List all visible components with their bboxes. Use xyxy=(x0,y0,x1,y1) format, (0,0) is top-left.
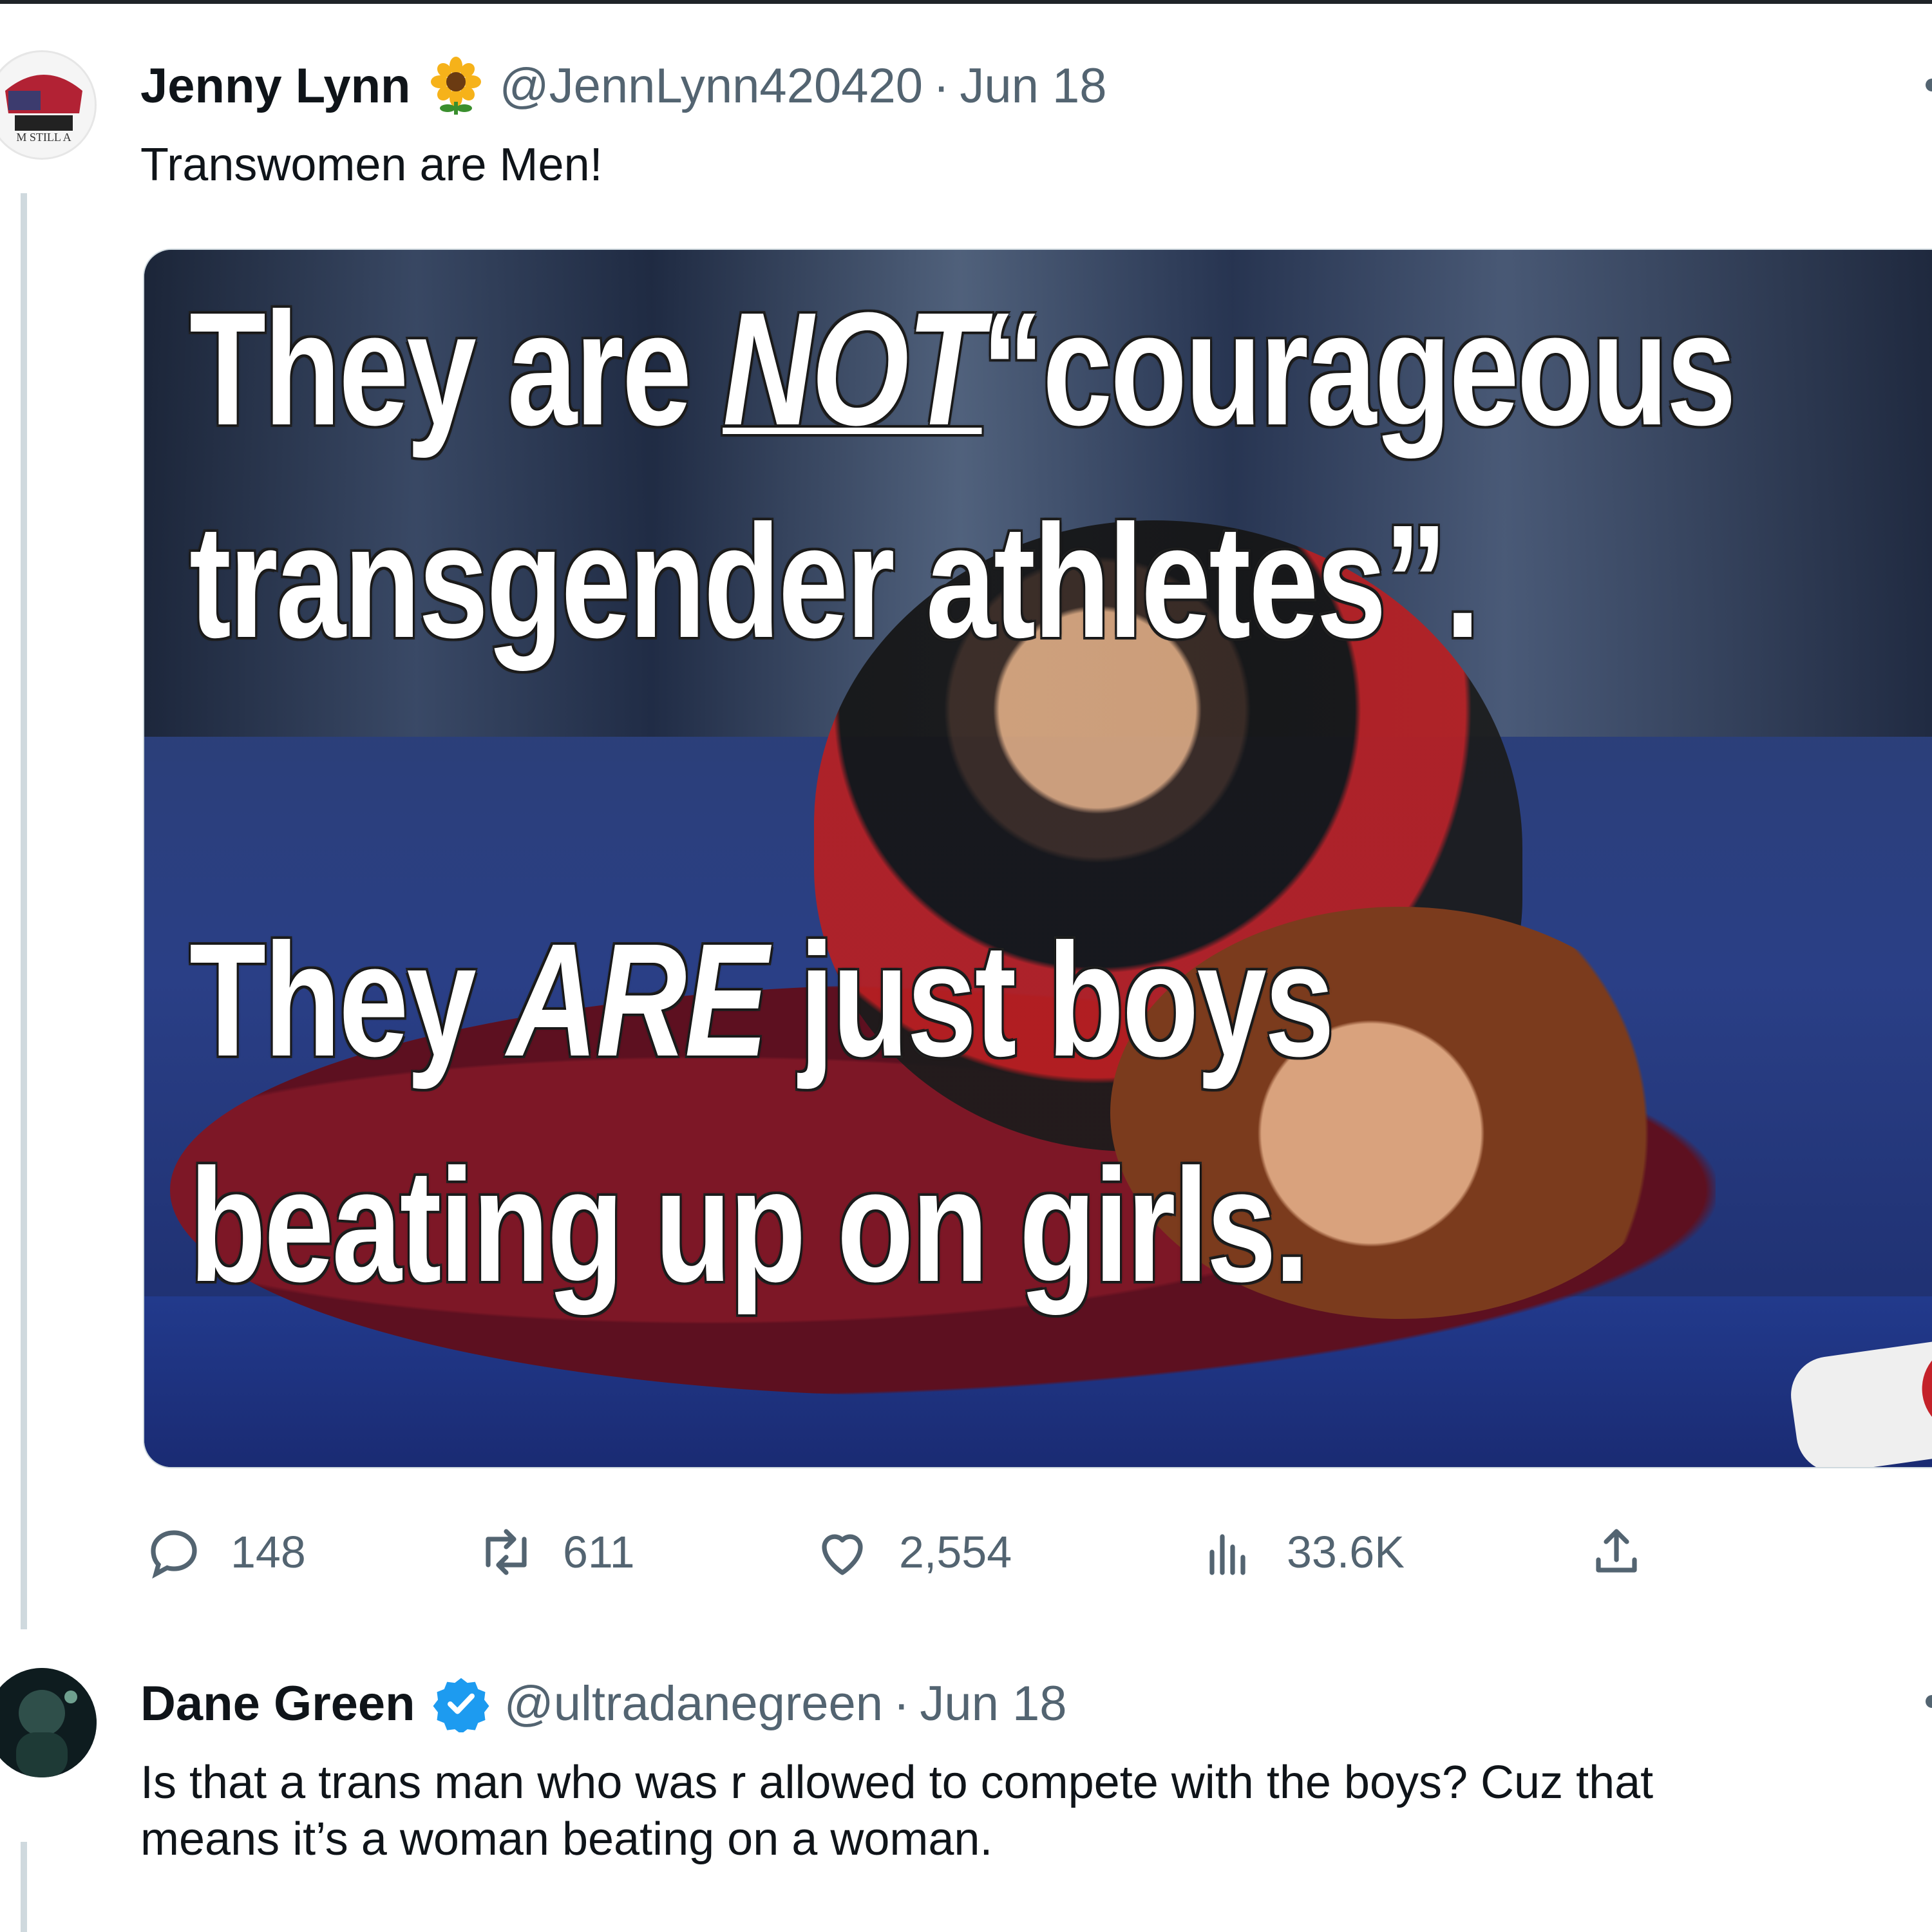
like-button[interactable]: 2,554 xyxy=(811,1520,1012,1584)
tweet-header: Dane Green @ultradanegreen · Jun 18 xyxy=(140,1674,1067,1734)
meme-caption-line-1: They are NOT“courageous xyxy=(189,279,1736,459)
avatar[interactable]: M STILL A xyxy=(0,50,97,160)
more-options-icon[interactable] xyxy=(1926,79,1932,91)
tweet-actions-bar: 148 611 2,554 33.6K xyxy=(143,1520,1817,1584)
tweet-text-line-2: means it’s a woman beating on a woman. xyxy=(140,1814,993,1865)
tweet-text: Is that a trans man who was r allowed to… xyxy=(140,1754,1653,1868)
retweet-count: 611 xyxy=(563,1527,635,1577)
tweet-date[interactable]: Jun 18 xyxy=(960,58,1106,114)
meme-caption-line-3: They ARE just boys xyxy=(189,910,1334,1090)
views-button[interactable]: 33.6K xyxy=(1199,1520,1405,1584)
top-divider xyxy=(0,0,1932,4)
meme-caption-line-4: beating up on girls. xyxy=(189,1135,1309,1315)
tweet-media-image[interactable]: They are NOT“courageous transgender athl… xyxy=(143,249,1932,1468)
retweet-button[interactable]: 611 xyxy=(475,1520,635,1584)
heart-icon xyxy=(822,1534,863,1575)
user-handle[interactable]: @JennLynn420420 xyxy=(499,58,923,114)
display-name[interactable]: Jenny Lynn xyxy=(140,58,410,114)
tweet-text: Transwomen are Men! xyxy=(140,139,603,191)
views-chart-icon xyxy=(1209,1534,1245,1575)
verified-badge-icon xyxy=(432,1674,490,1734)
share-upload-icon xyxy=(1596,1529,1637,1573)
user-handle[interactable]: @ultradanegreen xyxy=(504,1676,883,1732)
reply-count: 148 xyxy=(231,1527,306,1577)
like-count: 2,554 xyxy=(899,1527,1012,1577)
separator-dot: · xyxy=(933,58,950,113)
separator-dot: · xyxy=(893,1676,910,1731)
retweet-icon xyxy=(486,1529,527,1575)
sunflower-icon xyxy=(427,57,485,115)
display-name[interactable]: Dane Green xyxy=(140,1676,415,1732)
more-options-icon[interactable] xyxy=(1926,1695,1932,1708)
reply-icon xyxy=(151,1530,197,1579)
tweet-date[interactable]: Jun 18 xyxy=(920,1676,1066,1732)
view-count: 33.6K xyxy=(1287,1527,1405,1577)
tweet-header: Jenny Lynn @JennLynn420420 · Jun 18 xyxy=(140,57,1107,115)
thread-connector-line xyxy=(21,193,27,1629)
avatar[interactable] xyxy=(0,1668,97,1777)
meme-caption-line-2: transgender athletes”. xyxy=(189,491,1480,671)
tweet-text-line-1: Is that a trans man who was r allowed to… xyxy=(140,1757,1654,1808)
svg-text:M STILL A: M STILL A xyxy=(16,131,71,144)
reply-button[interactable]: 148 xyxy=(143,1520,306,1584)
thread-connector-line-lower xyxy=(21,1842,27,1932)
share-button[interactable] xyxy=(1586,1520,1673,1584)
